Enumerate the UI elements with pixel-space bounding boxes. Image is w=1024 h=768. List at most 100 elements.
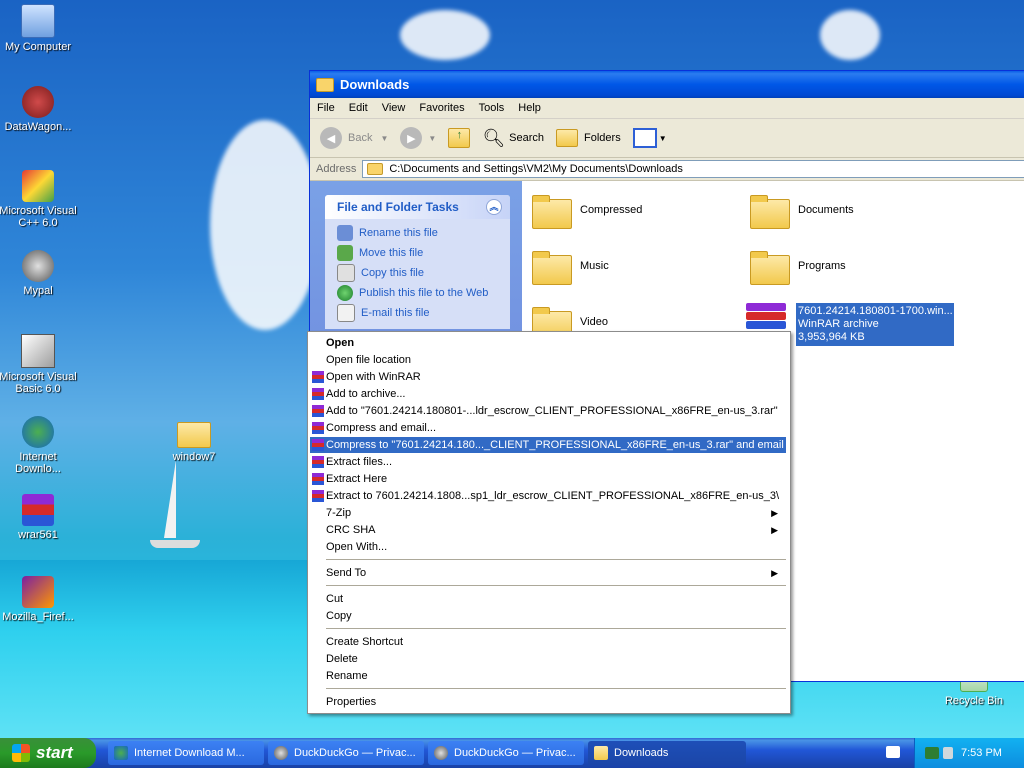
menu-item-extract-files[interactable]: Extract files... — [310, 454, 786, 470]
chevron-down-icon[interactable]: ▼ — [380, 134, 388, 143]
keyboard-icon[interactable] — [886, 746, 900, 758]
cloud — [400, 10, 490, 60]
folder-music[interactable]: Music — [532, 249, 609, 285]
menu-separator — [326, 585, 786, 586]
menu-item-copy[interactable]: Copy — [310, 608, 786, 624]
menu-item-add-to-rar[interactable]: Add to "7601.24214.180801-...ldr_escrow_… — [310, 403, 786, 419]
desktop-icon-mypal[interactable]: Mypal — [0, 250, 78, 297]
menu-bar: File Edit View Favorites Tools Help — [310, 98, 1024, 119]
menu-item-delete[interactable]: Delete — [310, 651, 786, 667]
up-folder-button[interactable]: ↑ — [448, 128, 471, 148]
folder-programs[interactable]: Programs — [750, 249, 846, 285]
menu-item-rename[interactable]: Rename — [310, 668, 786, 684]
globe-icon — [337, 285, 353, 301]
cloud — [820, 10, 880, 60]
download-manager-icon — [22, 416, 54, 448]
folders-icon — [556, 129, 579, 147]
file-folder-tasks-panel: File and Folder Tasks ︽ Rename this file… — [325, 195, 510, 329]
cloud — [210, 120, 320, 330]
menu-item-extract-to[interactable]: Extract to 7601.24214.1808...sp1_ldr_esc… — [310, 488, 786, 504]
winrar-icon — [312, 439, 324, 451]
desktop-icon-my-computer[interactable]: My Computer — [0, 4, 78, 53]
folder-documents[interactable]: Documents — [750, 193, 854, 229]
desktop-icon-idm[interactable]: Internet Downlo... — [0, 416, 78, 475]
chevron-down-icon[interactable]: ▼ — [428, 134, 436, 143]
menu-item-add-to-archive[interactable]: Add to archive... — [310, 386, 786, 402]
tasks-header[interactable]: File and Folder Tasks ︽ — [325, 195, 510, 219]
menu-item-cut[interactable]: Cut — [310, 591, 786, 607]
folder-icon — [750, 249, 790, 285]
winrar-icon — [312, 422, 324, 434]
menu-item-open-with[interactable]: Open With... — [310, 539, 786, 555]
menu-item-crc-sha[interactable]: CRC SHA ▶ — [310, 522, 786, 538]
menu-separator — [326, 628, 786, 629]
folders-button[interactable]: Folders — [556, 129, 621, 147]
menu-item-open[interactable]: Open — [310, 335, 786, 351]
computer-icon — [21, 4, 55, 38]
folder-icon — [532, 193, 572, 229]
desktop-icon-visual-cpp[interactable]: Microsoft Visual C++ 6.0 — [0, 170, 78, 229]
task-rename[interactable]: Rename this file — [325, 223, 510, 243]
raccoon-icon — [274, 746, 288, 760]
network-icon[interactable] — [925, 747, 939, 759]
taskbar-button-downloads[interactable]: Downloads — [588, 741, 746, 765]
raccoon-icon — [22, 250, 54, 282]
task-copy[interactable]: Copy this file — [325, 263, 510, 283]
windows-logo-icon — [12, 744, 30, 762]
taskbar-button-duckduckgo-2[interactable]: DuckDuckGo — Privac... — [428, 741, 584, 765]
views-button[interactable]: ▼ — [632, 128, 667, 148]
menu-item-7zip[interactable]: 7-Zip ▶ — [310, 505, 786, 521]
task-move[interactable]: Move this file — [325, 243, 510, 263]
menu-item-extract-here[interactable]: Extract Here — [310, 471, 786, 487]
winrar-icon — [312, 405, 324, 417]
search-button[interactable]: 🔍︎ Search — [482, 128, 544, 149]
folder-icon — [367, 163, 384, 175]
search-icon: 🔍︎ — [482, 127, 506, 148]
taskbar-button-duckduckgo-1[interactable]: DuckDuckGo — Privac... — [268, 741, 424, 765]
volume-icon[interactable] — [943, 747, 953, 759]
toolbar: ◀ Back ▼ ▶ ▼ ↑ 🔍︎ Search Folders ▼ — [310, 119, 1024, 158]
menu-item-compress-to-rar-and-email[interactable]: Compress to "7601.24214.180..._CLIENT_PR… — [310, 437, 786, 453]
system-tray: 7:53 PM — [914, 738, 1024, 768]
start-button[interactable]: start — [0, 738, 96, 768]
folder-icon — [177, 422, 211, 448]
menu-item-open-file-location[interactable]: Open file location — [310, 352, 786, 368]
menu-favorites[interactable]: Favorites — [412, 102, 471, 114]
desktop-icon-datawagon[interactable]: DataWagon... — [0, 86, 78, 133]
firefox-icon — [22, 576, 54, 608]
archive-file-name: 7601.24214.180801-1700.win... — [798, 305, 952, 317]
menu-item-compress-and-email[interactable]: Compress and email... — [310, 420, 786, 436]
desktop-icon-visual-basic[interactable]: Microsoft Visual Basic 6.0 — [0, 334, 78, 395]
desktop-icon-window7[interactable]: window7 — [154, 416, 234, 463]
desktop-icon-wrar561[interactable]: wrar561 — [0, 494, 78, 541]
winrar-icon — [312, 490, 324, 502]
menu-item-open-with-winrar[interactable]: Open with WinRAR — [310, 369, 786, 385]
window-title: Downloads — [340, 77, 410, 92]
menu-help[interactable]: Help — [511, 102, 548, 114]
archive-file-type: WinRAR archive — [798, 318, 879, 330]
collapse-chevron-icon[interactable]: ︽ — [486, 199, 502, 215]
taskbar-button-idm[interactable]: Internet Download M... — [108, 741, 264, 765]
menu-item-send-to[interactable]: Send To ▶ — [310, 565, 786, 581]
menu-separator — [326, 688, 786, 689]
menu-item-properties[interactable]: Properties — [310, 694, 786, 710]
menu-view[interactable]: View — [375, 102, 413, 114]
title-bar[interactable]: Downloads — [310, 71, 1024, 98]
menu-file[interactable]: File — [310, 102, 342, 114]
raccoon-icon — [434, 746, 448, 760]
task-email[interactable]: E-mail this file — [325, 303, 510, 323]
forward-button[interactable]: ▶ ▼ — [400, 127, 436, 149]
submenu-arrow-icon: ▶ — [771, 507, 778, 518]
visual-cpp-icon — [22, 170, 54, 202]
menu-item-create-shortcut[interactable]: Create Shortcut — [310, 634, 786, 650]
address-input[interactable]: C:\Documents and Settings\VM2\My Documen… — [362, 160, 1024, 178]
clock[interactable]: 7:53 PM — [961, 747, 1002, 759]
context-menu: Open Open file location Open with WinRAR… — [307, 331, 791, 714]
datawagon-icon — [22, 86, 54, 118]
menu-tools[interactable]: Tools — [472, 102, 512, 114]
menu-edit[interactable]: Edit — [342, 102, 375, 114]
task-publish[interactable]: Publish this file to the Web — [325, 283, 510, 303]
folder-compressed[interactable]: Compressed — [532, 193, 642, 229]
desktop-icon-firefox[interactable]: Mozilla_Firef... — [0, 576, 78, 623]
back-button[interactable]: ◀ Back ▼ — [320, 127, 388, 149]
